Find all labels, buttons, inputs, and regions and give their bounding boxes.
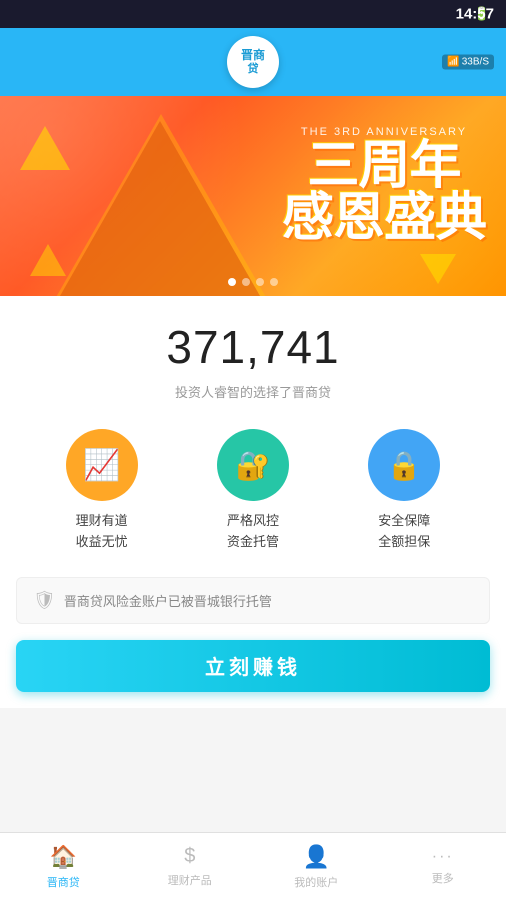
- status-time: 14:57: [456, 6, 494, 23]
- features-section: 📈 理财有道收益无忧 🔐 严格风控资金托管 🔒 安全保障全额担保: [16, 429, 490, 553]
- nav-item-account[interactable]: 👤 我的账户: [253, 833, 380, 900]
- risk-icon: 🔐: [236, 449, 271, 482]
- risk-icon-circle: 🔐: [217, 429, 289, 501]
- wifi-speed: 33B/S: [462, 57, 489, 68]
- nav-label-account: 我的账户: [294, 874, 338, 890]
- account-icon: 👤: [303, 844, 330, 870]
- trust-text: 晋商贷风险金账户已被晋城银行托管: [64, 591, 272, 610]
- banner-pagination: [228, 278, 278, 286]
- feature-security: 🔒 安全保障全额担保: [368, 429, 440, 553]
- finance-icon-circle: 📈: [66, 429, 138, 501]
- main-content: 371,741 投资人睿智的选择了晋商贷 📈 理财有道收益无忧 🔐 严格风控资金…: [0, 296, 506, 708]
- cta-button[interactable]: 立刻赚钱: [16, 640, 490, 692]
- wifi-icon: 📶: [447, 57, 459, 68]
- logo-text: 晋商 贷: [241, 48, 265, 76]
- nav-label-products: 理财产品: [168, 872, 212, 888]
- finance-icon: 📈: [83, 448, 120, 483]
- stat-description: 投资人睿智的选择了晋商贷: [16, 382, 490, 401]
- feature-finance: 📈 理财有道收益无忧: [66, 429, 138, 553]
- more-icon: ···: [432, 848, 454, 866]
- risk-label: 严格风控资金托管: [227, 511, 279, 553]
- banner-dot-3[interactable]: [256, 278, 264, 286]
- wifi-badge: 📶 33B/S: [442, 55, 494, 70]
- finance-label: 理财有道收益无忧: [76, 511, 128, 553]
- trust-bar: 🛡 晋商贷风险金账户已被晋城银行托管: [16, 577, 490, 624]
- banner-title: 三周年感恩盛典: [282, 140, 486, 244]
- nav-label-more: 更多: [432, 870, 454, 886]
- banner-dot-2[interactable]: [242, 278, 250, 286]
- promo-banner[interactable]: THE 3RD ANNIVERSARY 三周年感恩盛典: [0, 96, 506, 296]
- stat-number: 371,741: [16, 320, 490, 374]
- app-logo[interactable]: 晋商 贷: [227, 36, 279, 88]
- home-icon: 🏠: [50, 844, 77, 870]
- nav-item-products[interactable]: $ 理财产品: [127, 833, 254, 900]
- products-icon: $: [184, 845, 195, 868]
- security-icon: 🔒: [387, 449, 422, 482]
- nav-item-home[interactable]: 🏠 晋商贷: [0, 833, 127, 900]
- nav-label-home: 晋商贷: [47, 874, 80, 890]
- bottom-navigation: 🏠 晋商贷 $ 理财产品 👤 我的账户 ··· 更多: [0, 832, 506, 900]
- feature-risk: 🔐 严格风控资金托管: [217, 429, 289, 553]
- banner-dot-4[interactable]: [270, 278, 278, 286]
- app-header: 晋商 贷 📶 33B/S: [0, 28, 506, 96]
- security-icon-circle: 🔒: [368, 429, 440, 501]
- trust-icon: 🛡: [33, 590, 56, 611]
- nav-item-more[interactable]: ··· 更多: [380, 833, 506, 900]
- status-bar: 🔋 14:57: [0, 0, 506, 28]
- security-label: 安全保障全额担保: [378, 511, 430, 553]
- deco-triangle-outline: [55, 114, 267, 296]
- deco-triangle-bottom: [420, 254, 456, 284]
- banner-dot-1[interactable]: [228, 278, 236, 286]
- banner-text: THE 3RD ANNIVERSARY 三周年感恩盛典: [282, 126, 486, 244]
